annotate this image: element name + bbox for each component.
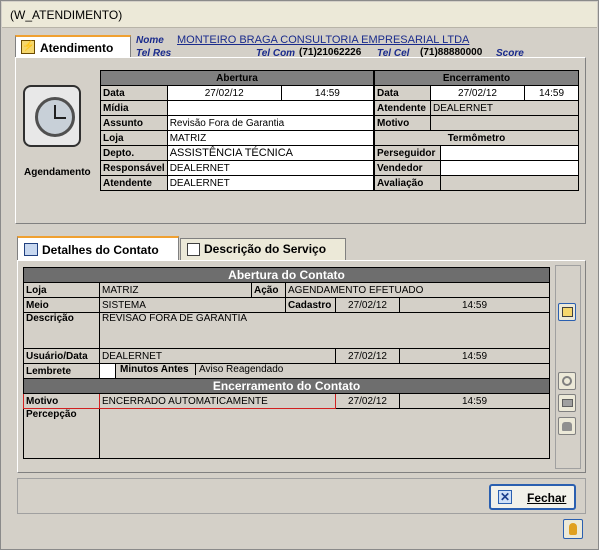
loja-field[interactable]: MATRIZ xyxy=(166,130,375,146)
cadastro-label: Cadastro xyxy=(285,297,336,313)
usuario-label: Usuário/Data xyxy=(23,348,100,364)
abertura-contato-header: Abertura do Contato xyxy=(23,267,550,283)
enc-motivo-value xyxy=(430,115,579,131)
vendedor-label: Vendedor xyxy=(374,160,441,176)
nome-link[interactable]: MONTEIRO BRAGA CONSULTORIA EMPRESARIAL L… xyxy=(177,34,469,46)
contato-loja-value: MATRIZ xyxy=(99,282,252,298)
atendente-label: Atendente xyxy=(100,175,168,191)
abertura-grid: Abertura Data 27/02/12 14:59 Mídia Assun… xyxy=(100,70,375,191)
acao-label: Ação xyxy=(251,282,286,298)
minutos-value: Aviso Reagendado xyxy=(199,364,284,376)
atendimento-window: (W_ATENDIMENTO) ⚡ Atendimento Nome MONTE… xyxy=(0,0,599,550)
lembrete-label: Lembrete xyxy=(23,363,100,379)
percepcao-field[interactable] xyxy=(99,408,550,459)
encerramento-header: Encerramento xyxy=(374,70,579,86)
abertura-date: 27/02/12 xyxy=(166,85,282,101)
termometro-header: Termômetro xyxy=(374,130,579,146)
termometro-grid: Termômetro Perseguidor Vendedor Avaliaçã… xyxy=(374,130,579,191)
close-x-icon: ✕ xyxy=(498,490,512,504)
printer-icon[interactable] xyxy=(558,394,576,412)
data-label: Data xyxy=(100,85,168,101)
vendedor-field[interactable] xyxy=(440,160,579,176)
avaliacao-field xyxy=(440,175,579,191)
usuario-time: 14:59 xyxy=(399,348,550,364)
depto-field[interactable]: ASSISTÊNCIA TÉCNICA xyxy=(166,145,375,161)
assunto-field[interactable]: Revisão Fora de Garantia xyxy=(166,115,375,131)
encerramento-contato-header: Encerramento do Contato xyxy=(23,378,550,394)
user-icon[interactable] xyxy=(563,519,583,539)
motivo-label: Motivo xyxy=(23,393,100,409)
phone-icon[interactable] xyxy=(558,417,576,435)
abertura-time: 14:59 xyxy=(280,85,375,101)
motivo-value[interactable]: ENCERRADO AUTOMATICAMENTE xyxy=(99,393,336,409)
percepcao-label: Percepção xyxy=(23,408,100,459)
responsavel-label: Responsável xyxy=(100,160,168,176)
loja-label: Loja xyxy=(100,130,168,146)
window-title: (W_ATENDIMENTO) xyxy=(10,8,123,22)
clock-icon xyxy=(23,85,81,147)
calendar-edit-icon[interactable] xyxy=(558,303,576,321)
enc-atendente-value: DEALERNET xyxy=(430,100,579,116)
contact-card-icon xyxy=(24,243,38,256)
title-bar: (W_ATENDIMENTO) xyxy=(2,2,597,28)
tab-detalhes-contato[interactable]: Detalhes do Contato xyxy=(17,236,179,261)
midia-label: Mídia xyxy=(100,100,168,116)
document-pen-icon xyxy=(187,243,200,256)
meio-value: SISTEMA xyxy=(99,297,286,313)
minutos-label: Minutos Antes xyxy=(116,364,196,375)
avaliacao-label: Avaliação xyxy=(374,175,441,191)
atendente-field[interactable]: DEALERNET xyxy=(166,175,375,191)
motivo-date: 27/02/12 xyxy=(335,393,400,409)
assunto-label: Assunto xyxy=(100,115,168,131)
perseguidor-field[interactable] xyxy=(440,145,579,161)
nome-label: Nome xyxy=(136,35,164,46)
lightning-doc-icon: ⚡ xyxy=(21,40,35,54)
enc-time: 14:59 xyxy=(524,85,579,101)
descricao-label: Descrição xyxy=(23,312,100,349)
meio-label: Meio xyxy=(23,297,100,313)
encerramento-grid: Encerramento Data 27/02/12 14:59 Atenden… xyxy=(374,70,579,131)
enc-motivo-label: Motivo xyxy=(374,115,431,131)
depto-label: Depto. xyxy=(100,145,168,161)
gear-icon[interactable] xyxy=(558,372,576,390)
contato-grid: Abertura do Contato Loja MATRIZ Ação AGE… xyxy=(23,267,550,459)
descricao-value: REVISÃO FORA DE GARANTIA xyxy=(99,312,550,349)
perseguidor-label: Perseguidor xyxy=(374,145,441,161)
enc-atendente-label: Atendente xyxy=(374,100,431,116)
tab-descricao-servico[interactable]: Descrição do Serviço xyxy=(180,238,346,260)
acao-value: AGENDAMENTO EFETUADO xyxy=(285,282,550,298)
enc-data-label: Data xyxy=(374,85,431,101)
cadastro-time: 14:59 xyxy=(399,297,550,313)
enc-date: 27/02/12 xyxy=(430,85,525,101)
fechar-button[interactable]: ✕ Fechar xyxy=(489,484,576,510)
side-toolbar xyxy=(555,265,581,469)
contato-loja-label: Loja xyxy=(23,282,100,298)
cadastro-date: 27/02/12 xyxy=(335,297,400,313)
motivo-time: 14:59 xyxy=(399,393,550,409)
lembrete-checkbox[interactable] xyxy=(100,364,116,378)
tab-atendimento[interactable]: ⚡ Atendimento xyxy=(15,35,131,57)
midia-field[interactable] xyxy=(166,100,375,116)
agendamento-label: Agendamento xyxy=(24,167,91,178)
abertura-header: Abertura xyxy=(100,70,374,86)
responsavel-field[interactable]: DEALERNET xyxy=(166,160,375,176)
usuario-date: 27/02/12 xyxy=(335,348,400,364)
usuario-value: DEALERNET xyxy=(99,348,336,364)
